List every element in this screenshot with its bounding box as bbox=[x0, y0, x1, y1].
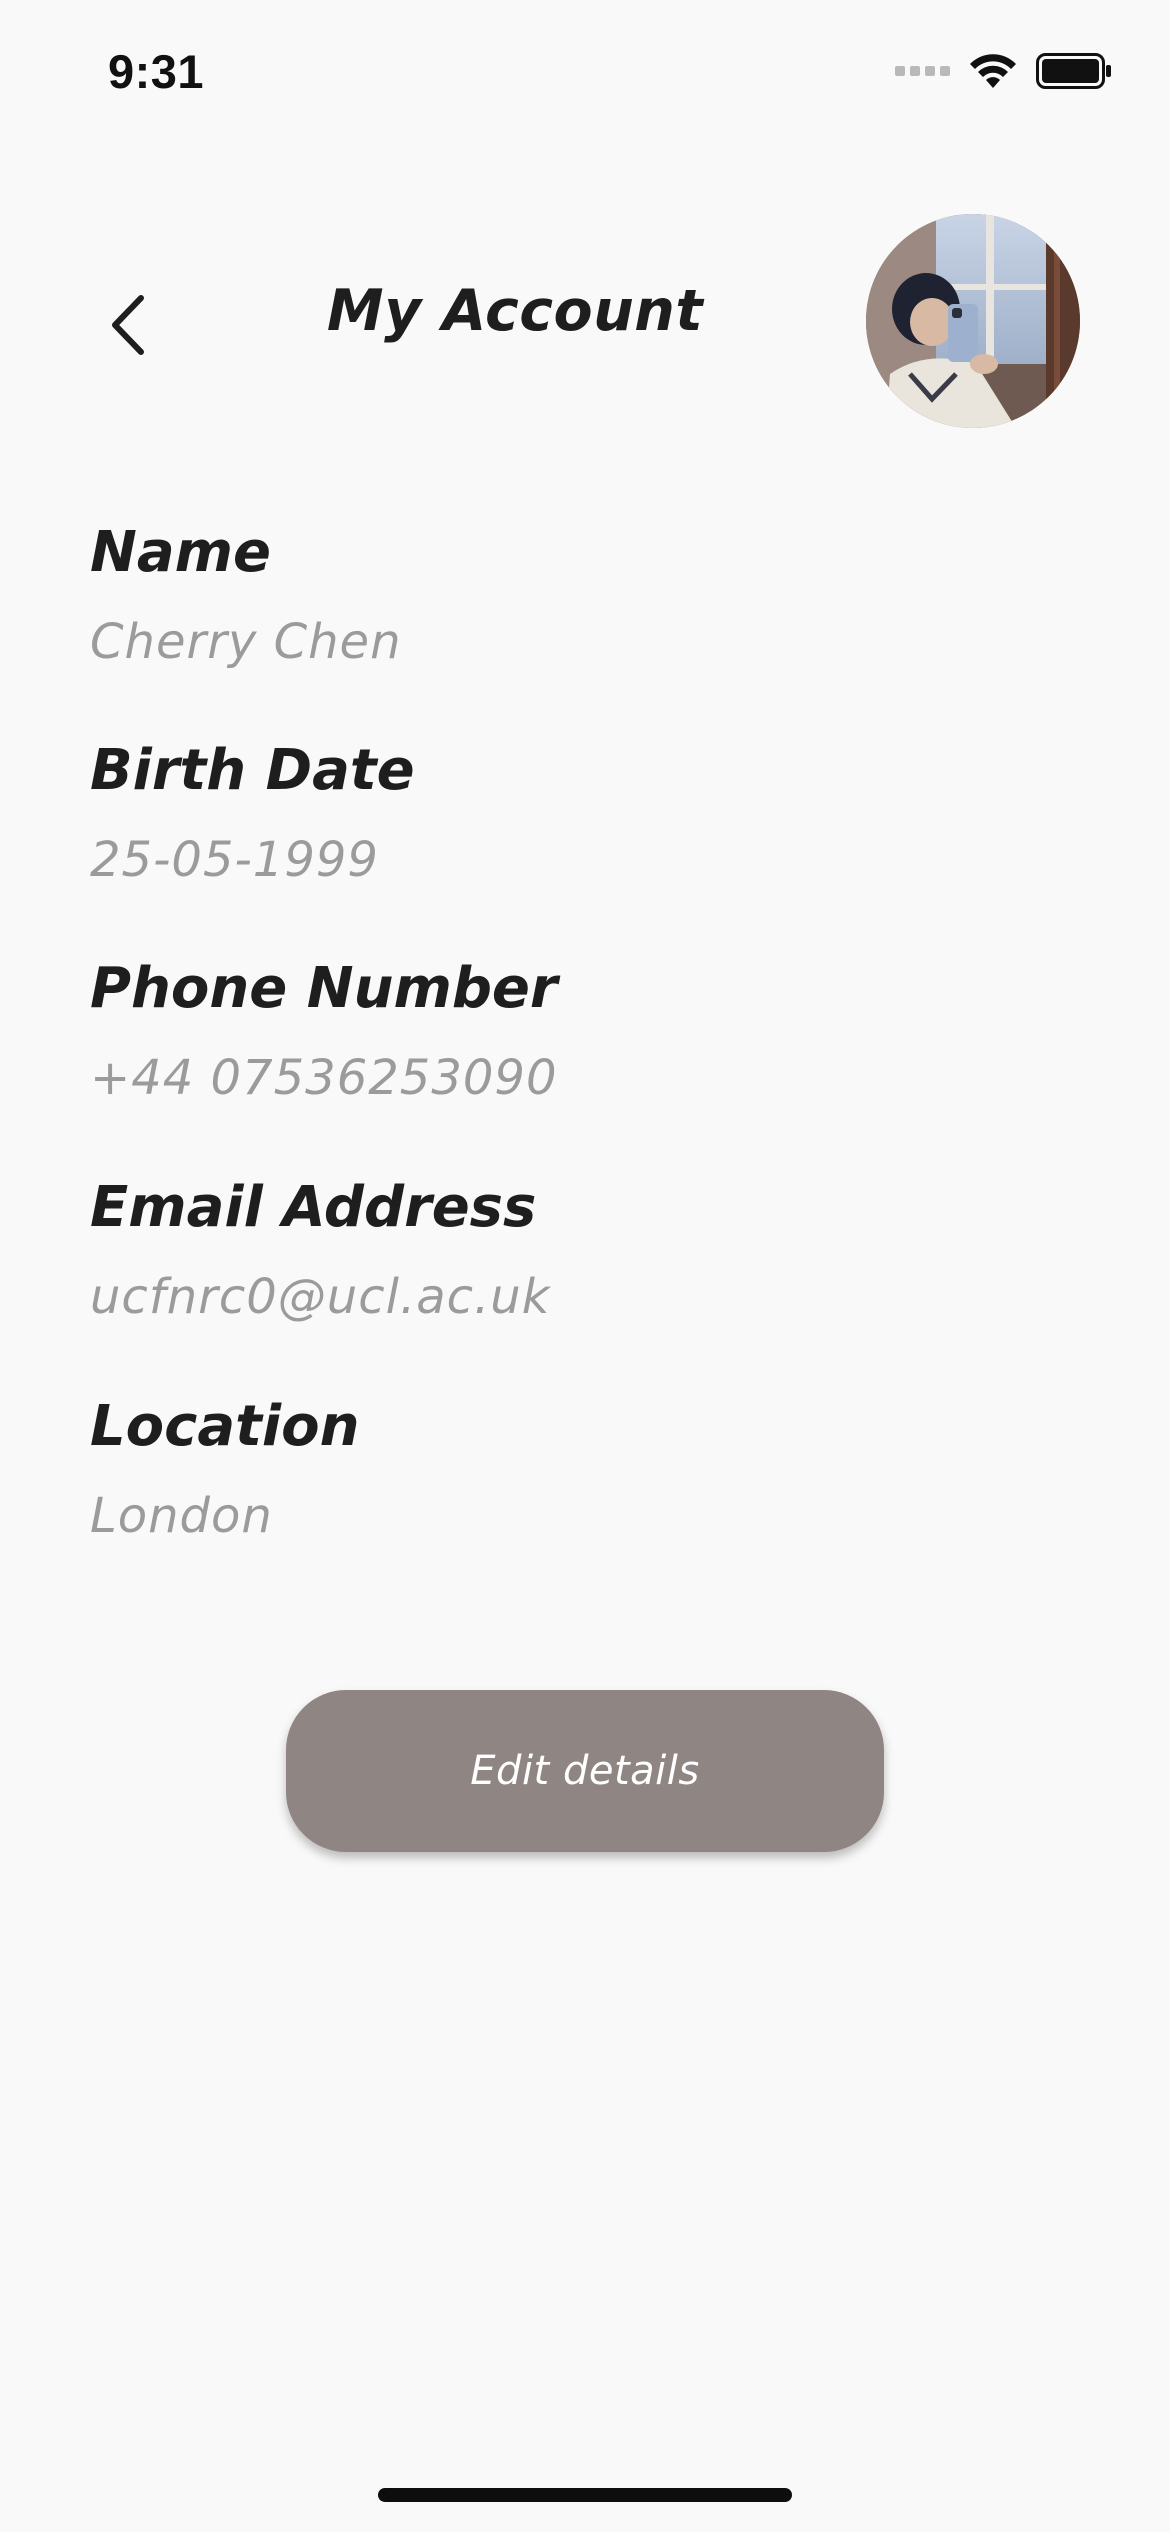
my-account-screen: 9:31 My Account Name Cherry Chen Birth D… bbox=[0, 0, 1170, 2532]
phone-number-label: Phone Number bbox=[90, 956, 558, 1021]
location-value: London bbox=[90, 1488, 273, 1544]
birth-date-value: 25-05-1999 bbox=[90, 832, 379, 888]
birth-date-label: Birth Date bbox=[90, 738, 415, 803]
wifi-icon bbox=[970, 54, 1016, 88]
status-time: 9:31 bbox=[108, 45, 205, 98]
page-title: My Account bbox=[326, 278, 704, 344]
email-address-label: Email Address bbox=[90, 1175, 537, 1240]
cellular-signal-icon bbox=[895, 66, 950, 76]
email-address-value: ucfnrc0@ucl.ac.uk bbox=[90, 1269, 551, 1325]
chevron-left-icon bbox=[112, 295, 144, 355]
back-button[interactable] bbox=[92, 280, 162, 370]
phone-number-value: +44 07536253090 bbox=[90, 1050, 558, 1106]
name-label: Name bbox=[90, 520, 271, 585]
profile-photo bbox=[866, 214, 1080, 428]
home-indicator[interactable] bbox=[378, 2488, 792, 2502]
battery-icon bbox=[1036, 53, 1111, 89]
edit-details-button[interactable]: Edit details bbox=[286, 1690, 884, 1852]
location-label: Location bbox=[90, 1394, 360, 1459]
name-value: Cherry Chen bbox=[90, 614, 402, 670]
edit-details-label: Edit details bbox=[470, 1748, 700, 1794]
status-icons bbox=[895, 52, 1112, 90]
avatar[interactable] bbox=[866, 214, 1080, 428]
